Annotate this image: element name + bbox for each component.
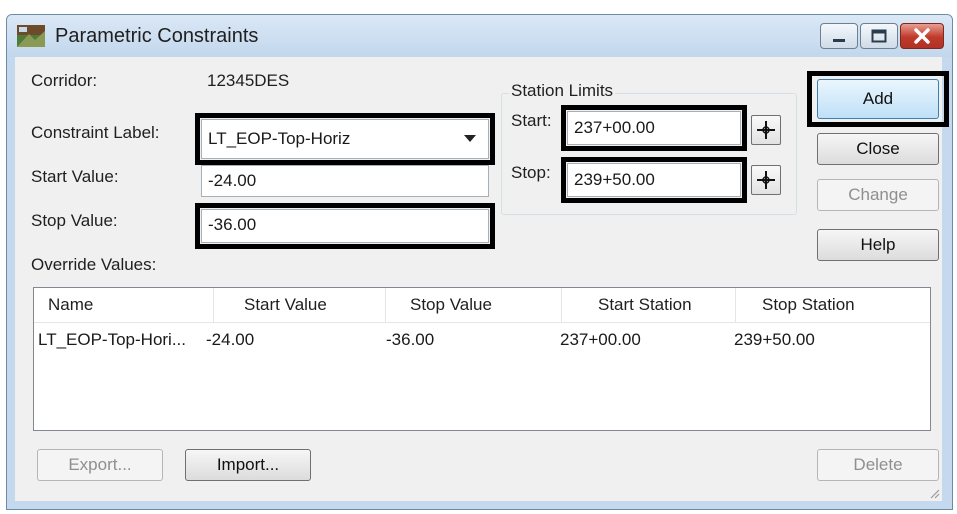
crosshair-icon (757, 171, 775, 189)
help-button[interactable]: Help (817, 229, 939, 261)
column-header-stop-station[interactable]: Stop Station (736, 288, 930, 322)
cell-name: LT_EOP-Top-Hori... (38, 330, 187, 349)
pick-stop-station-button[interactable] (751, 165, 781, 195)
station-limits-title: Station Limits (509, 81, 616, 101)
stop-value-input[interactable]: -36.00 (201, 209, 489, 243)
station-stop-input[interactable]: 239+50.00 (567, 163, 741, 197)
import-button[interactable]: Import... (185, 449, 311, 481)
crosshair-icon (757, 121, 775, 139)
constraint-label-label: Constraint Label: (31, 123, 160, 142)
cell-start-value: -24.00 (206, 330, 255, 349)
change-button[interactable]: Change (817, 179, 939, 211)
add-button[interactable]: Add (817, 79, 939, 119)
cell-stop-station: 239+50.00 (734, 330, 815, 349)
corridor-label: Corridor: (31, 71, 98, 90)
close-button[interactable]: Close (817, 133, 939, 165)
stop-value-label: Stop Value: (31, 211, 118, 230)
start-value-input[interactable]: -24.00 (201, 165, 489, 197)
close-icon (914, 28, 930, 44)
window-title: Parametric Constraints (55, 25, 259, 47)
override-values-list[interactable]: Name Start Value Stop Value Start Statio… (33, 287, 931, 431)
column-header-name[interactable]: Name (34, 288, 214, 322)
export-button[interactable]: Export... (37, 449, 163, 481)
resize-grip-icon[interactable] (928, 487, 940, 499)
cell-start-station: 237+00.00 (560, 330, 641, 349)
minimize-button[interactable] (820, 23, 858, 49)
chevron-down-icon (464, 135, 476, 142)
app-icon (17, 25, 45, 47)
maximize-icon (871, 29, 887, 43)
station-start-label: Start: (511, 111, 552, 130)
constraint-label-dropdown[interactable]: LT_EOP-Top-Horiz (201, 119, 489, 159)
close-window-button[interactable] (900, 23, 944, 49)
station-start-input[interactable]: 237+00.00 (567, 111, 741, 145)
title-bar[interactable]: Parametric Constraints (7, 15, 952, 57)
start-value-label: Start Value: (31, 167, 119, 186)
maximize-button[interactable] (860, 23, 898, 49)
cell-stop-value: -36.00 (386, 330, 435, 349)
column-header-start-value[interactable]: Start Value (214, 288, 386, 322)
dialog-body: Corridor: 12345DES Constraint Label: LT_… (15, 57, 949, 501)
constraint-label-value: LT_EOP-Top-Horiz (208, 129, 351, 148)
override-values-label: Override Values: (31, 255, 157, 274)
minimize-icon (833, 39, 845, 42)
column-header-stop-value[interactable]: Stop Value (386, 288, 562, 322)
dialog-window: Parametric Constraints Corridor: 12345DE… (6, 14, 953, 510)
corridor-value: 12345DES (207, 71, 290, 90)
station-stop-label: Stop: (511, 163, 551, 182)
pick-start-station-button[interactable] (751, 115, 781, 145)
column-header-start-station[interactable]: Start Station (562, 288, 736, 322)
delete-button[interactable]: Delete (817, 449, 939, 481)
list-header: Name Start Value Stop Value Start Statio… (34, 288, 930, 323)
